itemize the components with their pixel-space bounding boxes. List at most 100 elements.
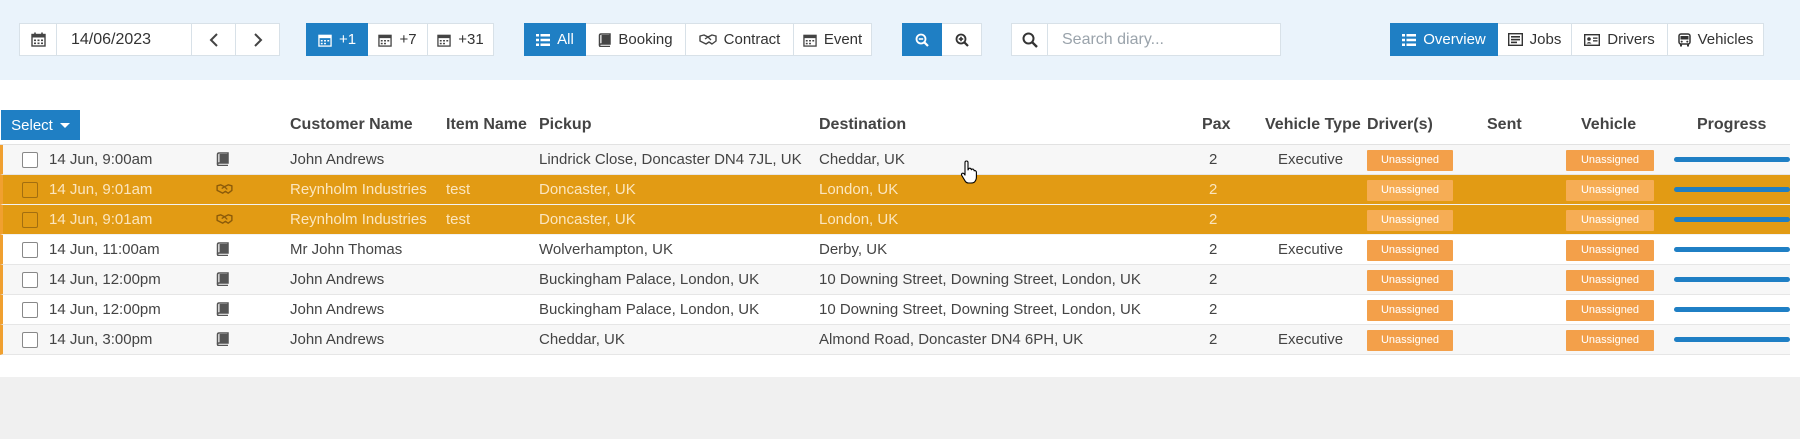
row-pickup: Wolverhampton, UK [539, 241, 673, 258]
view-jobs-label: Jobs [1529, 31, 1562, 48]
column-sent[interactable]: Sent [1487, 116, 1522, 134]
calendar-icon [318, 34, 332, 47]
view-drivers-label: Drivers [1607, 31, 1655, 48]
range-31-button[interactable]: +31 [428, 23, 494, 56]
row-checkbox[interactable] [22, 332, 38, 348]
vehicle-status-badge[interactable]: Unassigned [1566, 150, 1654, 171]
jobs-icon [1507, 33, 1523, 46]
range-31-label: +31 [458, 31, 484, 48]
filter-event-button[interactable]: Event [794, 23, 872, 56]
progress-bar [1674, 217, 1790, 222]
driver-status-badge[interactable]: Unassigned [1367, 270, 1453, 291]
view-group: Overview Jobs Drivers Vehicles [1390, 23, 1764, 56]
table-row[interactable]: 14 Jun, 3:00pm John Andrews Cheddar, UK Alm… [0, 325, 1790, 355]
table-row[interactable]: 14 Jun, 11:00am Mr John Thomas Wolverhampt… [0, 235, 1790, 265]
column-vehicle-type[interactable]: Vehicle Type [1265, 116, 1361, 134]
progress-bar [1674, 247, 1790, 252]
vehicle-status-badge[interactable]: Unassigned [1566, 180, 1654, 201]
column-customer-name[interactable]: Customer Name [290, 116, 413, 134]
handshake-icon [216, 182, 233, 198]
search-box [1011, 23, 1281, 56]
handshake-icon [216, 212, 233, 228]
row-pickup: Buckingham Palace, London, UK [539, 271, 760, 288]
column-pax[interactable]: Pax [1202, 116, 1230, 134]
row-checkbox[interactable] [22, 152, 38, 168]
vehicle-status-badge[interactable]: Unassigned [1566, 330, 1654, 351]
driver-status-badge[interactable]: Unassigned [1367, 300, 1453, 321]
book-icon [216, 302, 232, 318]
zoom-in-button[interactable] [942, 23, 982, 56]
range-1-button[interactable]: +1 [306, 23, 368, 56]
table-row[interactable]: 14 Jun, 12:00pm John Andrews Buckingham Pa… [0, 295, 1790, 325]
driver-status-badge[interactable]: Unassigned [1367, 150, 1453, 171]
zoom-out-icon [915, 33, 929, 47]
filter-all-button[interactable]: All [524, 23, 586, 56]
driver-status-badge[interactable]: Unassigned [1367, 180, 1453, 201]
row-destination: Almond Road, Doncaster DN4 6PH, UK [819, 331, 1084, 348]
row-destination: Cheddar, UK [819, 151, 905, 168]
column-destination[interactable]: Destination [819, 116, 906, 134]
row-checkbox[interactable] [22, 242, 38, 258]
diary-table: Select Customer Name Item Name Pickup De… [0, 80, 1800, 377]
row-vehicle-type: Executive [1278, 241, 1344, 258]
row-checkbox[interactable] [22, 272, 38, 288]
progress-bar [1674, 307, 1790, 312]
column-drivers[interactable]: Driver(s) [1367, 116, 1433, 134]
vehicle-status-badge[interactable]: Unassigned [1566, 240, 1654, 261]
id-card-icon [1584, 33, 1601, 46]
table-row[interactable]: 14 Jun, 9:00am John Andrews Lindrick Close… [0, 145, 1790, 175]
row-time: 14 Jun, 9:00am [49, 151, 153, 168]
row-pax: 2 [1209, 331, 1218, 348]
filter-contract-button[interactable]: Contract [686, 23, 794, 56]
driver-status-badge[interactable]: Unassigned [1367, 210, 1453, 231]
caret-down-icon [59, 122, 70, 128]
table-row[interactable]: 14 Jun, 12:00pm John Andrews Buckingham Pa… [0, 265, 1790, 295]
row-vehicle-type: Executive [1278, 151, 1344, 168]
vehicle-status-badge[interactable]: Unassigned [1566, 210, 1654, 231]
column-progress[interactable]: Progress [1697, 116, 1766, 134]
next-day-button[interactable] [236, 23, 280, 56]
row-destination: London, UK [819, 181, 899, 198]
column-vehicle[interactable]: Vehicle [1581, 116, 1636, 134]
view-vehicles-button[interactable]: Vehicles [1668, 23, 1764, 56]
column-item-name[interactable]: Item Name [446, 116, 527, 134]
row-customer: Reynholm Industries [290, 211, 427, 228]
filter-group: All Booking Contract Event [524, 23, 872, 56]
zoom-out-button[interactable] [902, 23, 942, 56]
row-customer: John Andrews [290, 271, 385, 288]
row-checkbox[interactable] [22, 302, 38, 318]
driver-status-badge[interactable]: Unassigned [1367, 240, 1453, 261]
search-input[interactable] [1048, 23, 1281, 56]
toolbar: 14/06/2023 +1 +7 +31 All Booking Contrac… [0, 0, 1800, 80]
range-7-button[interactable]: +7 [368, 23, 428, 56]
row-item: test [446, 211, 471, 228]
row-checkbox[interactable] [22, 182, 38, 198]
search-icon [1022, 32, 1038, 48]
date-field[interactable]: 14/06/2023 [57, 23, 192, 56]
vehicle-status-badge[interactable]: Unassigned [1566, 300, 1654, 321]
vehicle-status-badge[interactable]: Unassigned [1566, 270, 1654, 291]
row-pax: 2 [1209, 241, 1218, 258]
row-checkbox[interactable] [22, 212, 38, 228]
calendar-button[interactable] [19, 23, 57, 56]
filter-event-label: Event [823, 31, 863, 48]
view-overview-button[interactable]: Overview [1390, 23, 1498, 56]
filter-booking-button[interactable]: Booking [586, 23, 686, 56]
row-pax: 2 [1209, 181, 1218, 198]
view-drivers-button[interactable]: Drivers [1572, 23, 1668, 56]
row-pickup: Doncaster, UK [539, 211, 636, 228]
driver-status-badge[interactable]: Unassigned [1367, 330, 1453, 351]
table-row[interactable]: 14 Jun, 9:01am Reynholm Industries test Don… [0, 205, 1790, 235]
chevron-right-icon [253, 32, 262, 47]
select-label: Select [11, 116, 53, 134]
filter-booking-label: Booking [618, 31, 673, 48]
row-pickup: Lindrick Close, Doncaster DN4 7JL, UK [539, 151, 802, 168]
date-picker: 14/06/2023 [19, 23, 280, 56]
table-row[interactable]: 14 Jun, 9:01am Reynholm Industries test Don… [0, 175, 1790, 205]
column-pickup[interactable]: Pickup [539, 116, 591, 134]
view-jobs-button[interactable]: Jobs [1498, 23, 1572, 56]
search-button[interactable] [1011, 23, 1048, 56]
range-1-label: +1 [338, 31, 357, 48]
previous-day-button[interactable] [192, 23, 236, 56]
select-dropdown-button[interactable]: Select [1, 110, 80, 140]
